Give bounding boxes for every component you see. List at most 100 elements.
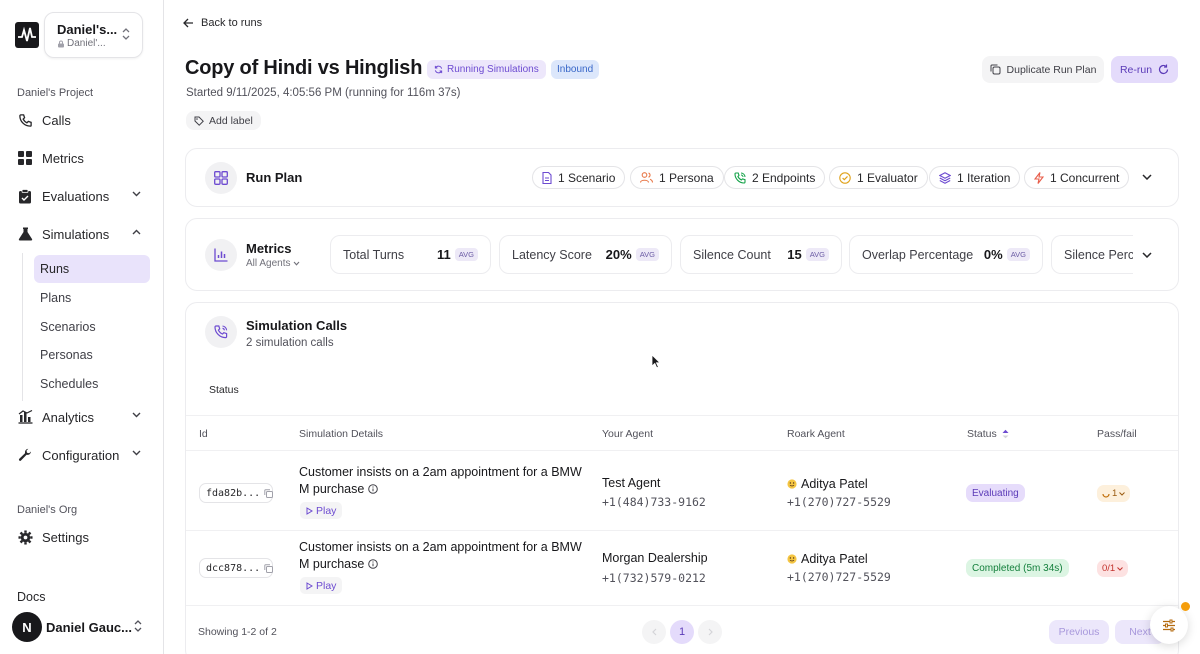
add-label-button[interactable]: Add label: [186, 111, 261, 130]
nav-configuration[interactable]: Configuration: [17, 443, 147, 467]
flask-icon: [17, 226, 33, 242]
duplicate-run-plan-button[interactable]: Duplicate Run Plan: [982, 56, 1104, 83]
metric-silence-count[interactable]: Silence Count 15 AVG: [680, 235, 842, 274]
persona-pill[interactable]: 1 Persona: [630, 166, 724, 189]
metric-overlap-percentage[interactable]: Overlap Percentage 0% AVG: [849, 235, 1043, 274]
nav-settings[interactable]: Settings: [17, 525, 147, 549]
expand-run-plan-icon[interactable]: [1142, 174, 1152, 180]
floating-settings-button[interactable]: [1150, 606, 1188, 644]
org-label: Daniel's Org: [17, 504, 78, 516]
pager-next-icon[interactable]: [698, 620, 722, 644]
nav-configuration-label: Configuration: [42, 447, 120, 463]
metric-silence-percentage[interactable]: Silence Perc: [1051, 235, 1133, 274]
clipboard-check-icon: [17, 188, 33, 204]
endpoints-pill[interactable]: 2 Endpoints: [724, 166, 826, 189]
subnav-personas[interactable]: Personas: [34, 341, 150, 369]
chevron-updown-icon: [122, 28, 130, 40]
workspace-switcher[interactable]: Daniel's... Daniel'...: [44, 12, 143, 58]
pager-prev-icon[interactable]: [642, 620, 666, 644]
chevron-down-icon: [1117, 566, 1124, 571]
pass-fail-dropdown[interactable]: 1: [1097, 485, 1131, 502]
copy-icon: [990, 64, 1001, 75]
simulation-calls-title: Simulation Calls: [246, 318, 348, 333]
phone-call-icon: [734, 171, 746, 184]
subnav-schedules[interactable]: Schedules: [34, 370, 150, 398]
info-icon[interactable]: [367, 559, 378, 569]
iteration-pill[interactable]: 1 Iteration: [929, 166, 1021, 189]
status-filter[interactable]: Status: [209, 384, 239, 396]
play-icon: [306, 581, 313, 590]
roark-agent-phone: +1(270)727-5529: [787, 570, 891, 584]
project-label: Daniel's Project: [17, 87, 94, 99]
nav-settings-label: Settings: [42, 529, 89, 545]
type-badge: Inbound: [551, 60, 600, 79]
wrench-icon: [17, 447, 33, 463]
chart-icon: [17, 409, 33, 425]
copy-icon[interactable]: [264, 488, 274, 498]
col-simulation-details[interactable]: Simulation Details: [299, 428, 383, 440]
lightning-icon: [1034, 171, 1044, 184]
play-button[interactable]: Play: [300, 502, 343, 519]
simulation-details: Customer insists on a 2am appointment fo…: [299, 540, 582, 571]
emoji-avatar-icon: [787, 479, 797, 489]
mouse-cursor-icon: [651, 354, 661, 369]
col-status[interactable]: Status: [967, 428, 1009, 440]
gear-icon: [17, 529, 33, 545]
user-menu[interactable]: N Daniel Gauc...: [12, 611, 152, 643]
app-logo-icon[interactable]: [15, 22, 39, 48]
subnav-scenarios[interactable]: Scenarios: [34, 313, 150, 341]
nav-metrics[interactable]: Metrics: [17, 146, 147, 170]
row-id-chip[interactable]: fda82b...: [199, 483, 274, 503]
nav-analytics[interactable]: Analytics: [17, 405, 147, 429]
arrow-left-icon: [183, 18, 194, 28]
scenario-pill[interactable]: 1 Scenario: [532, 166, 626, 189]
page-number[interactable]: 1: [670, 620, 694, 644]
your-agent-name: Morgan Dealership: [602, 551, 708, 565]
subnav-runs[interactable]: Runs: [34, 255, 150, 283]
chevron-down-icon: [132, 450, 141, 456]
metric-latency-score[interactable]: Latency Score 20% AVG: [499, 235, 672, 274]
bar-chart-icon: [205, 239, 237, 271]
col-your-agent[interactable]: Your Agent: [602, 428, 653, 440]
row-divider: [186, 605, 1178, 606]
chevron-up-icon: [132, 229, 141, 235]
info-icon[interactable]: [367, 484, 378, 494]
rerun-button[interactable]: Re-run: [1111, 56, 1178, 83]
chevron-down-icon: [293, 261, 300, 266]
started-time: Started 9/11/2025, 4:05:56 PM (running f…: [186, 87, 461, 99]
copy-icon[interactable]: [264, 563, 274, 573]
phone-outgoing-icon: [205, 316, 237, 348]
check-circle-icon: [839, 171, 851, 184]
your-agent-phone: +1(732)579-0212: [602, 571, 706, 585]
row-divider: [186, 530, 1178, 531]
expand-metrics-icon[interactable]: [1142, 252, 1152, 258]
subnav-plans[interactable]: Plans: [34, 284, 150, 312]
col-id[interactable]: Id: [199, 428, 208, 440]
back-to-runs-link[interactable]: Back to runs: [183, 17, 262, 29]
docs-link[interactable]: Docs: [17, 590, 45, 604]
row-id-chip[interactable]: dcc878...: [199, 558, 274, 578]
nav-evaluations[interactable]: Evaluations: [17, 184, 147, 208]
emoji-avatar-icon: [787, 554, 797, 564]
concurrent-pill[interactable]: 1 Concurrent: [1024, 166, 1130, 189]
nav-simulations[interactable]: Simulations: [17, 222, 147, 246]
status-badge: Running Simulations: [427, 60, 546, 79]
evaluator-pill[interactable]: 1 Evaluator: [829, 166, 928, 189]
tag-icon: [194, 116, 204, 126]
play-button[interactable]: Play: [300, 577, 343, 594]
roark-agent: Aditya Patel: [787, 552, 868, 566]
metric-total-turns[interactable]: Total Turns 11 AVG: [330, 235, 491, 274]
roark-agent-phone: +1(270)727-5529: [787, 495, 891, 509]
col-pass-fail[interactable]: Pass/fail: [1097, 428, 1137, 440]
sliders-icon: [1162, 619, 1176, 632]
nav-calls[interactable]: Calls: [17, 108, 147, 132]
pass-fail-dropdown[interactable]: 0/1: [1097, 560, 1129, 577]
sidebar: Daniel's... Daniel'... Daniel's Project …: [0, 0, 164, 654]
play-icon: [306, 506, 313, 515]
agent-filter-dropdown[interactable]: All Agents: [246, 258, 300, 269]
previous-button[interactable]: Previous: [1049, 620, 1109, 644]
sort-up-icon: [1002, 429, 1009, 439]
spinner-icon: [1102, 490, 1110, 498]
chevron-down-icon: [132, 412, 141, 418]
col-roark-agent[interactable]: Roark Agent: [787, 428, 845, 440]
